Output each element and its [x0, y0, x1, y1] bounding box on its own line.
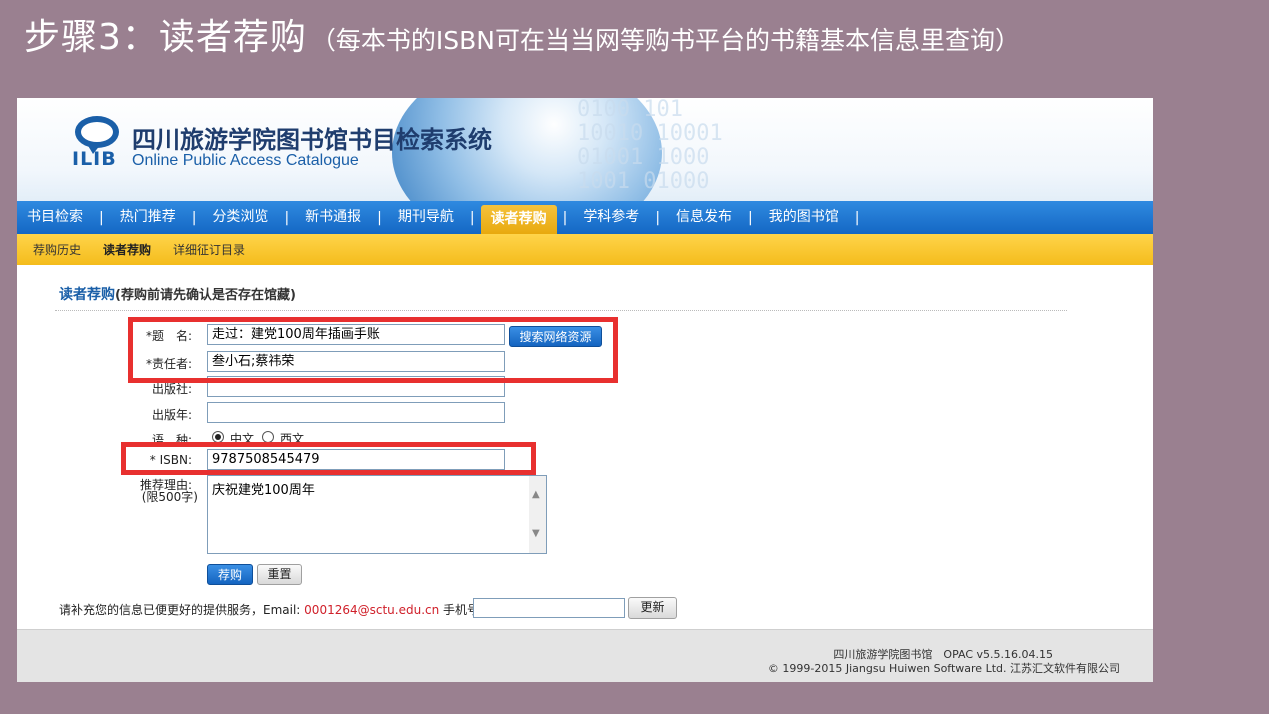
- main-nav: 书目检索 | 热门推荐 | 分类浏览 | 新书通报 | 期刊导航 | 读者荐购 | 学科参考 | 信息发布 |…: [17, 201, 1153, 234]
- year-label: 出版年:: [151, 408, 192, 422]
- subnav-item-1[interactable]: 读者荐购: [103, 241, 151, 258]
- phone-input[interactable]: [473, 598, 625, 618]
- site-title: 四川旅游学院图书馆书目检索系统: [132, 126, 492, 154]
- header-banner: 0100 101 10010 10001 01001 1000 1001 010…: [17, 98, 1153, 201]
- nav-separator: |: [562, 209, 568, 226]
- nav-item-7[interactable]: 信息发布: [666, 201, 742, 234]
- nav-item-8[interactable]: 我的图书馆: [759, 201, 849, 234]
- opac-screenshot: 0100 101 10010 10001 01001 1000 1001 010…: [17, 98, 1153, 682]
- nav-separator: |: [99, 209, 104, 226]
- reason-textarea[interactable]: 庆祝建党100周年 ▲ ▼: [207, 475, 547, 554]
- reset-button[interactable]: 重置: [257, 564, 302, 585]
- textarea-scrollbar[interactable]: ▲ ▼: [529, 476, 546, 553]
- nav-separator: |: [469, 209, 475, 226]
- reason-limit: (限500字): [141, 490, 198, 504]
- subnav-item-2[interactable]: 详细征订目录: [173, 241, 245, 258]
- section-title: 读者荐购(荐购前请先确认是否存在馆藏): [59, 284, 296, 304]
- nav-item-5[interactable]: 读者荐购: [480, 205, 557, 234]
- contact-prompt: 请补充您的信息已便更好的提供服务，Email:: [59, 603, 301, 617]
- nav-separator: |: [191, 209, 197, 226]
- section-divider: [55, 310, 1067, 311]
- footer: 四川旅游学院图书馆 OPAC v5.5.16.04.15 © 1999-2015…: [17, 629, 1153, 682]
- slide-title-main: 步骤3：读者荐购: [24, 17, 307, 58]
- sub-nav: 荐购历史 读者荐购 详细征订目录: [17, 234, 1153, 265]
- ilib-logo: ILIB: [72, 148, 117, 170]
- slide-title: 步骤3：读者荐购 （每本书的ISBN可在当当网等购书平台的书籍基本信息里查询）: [24, 8, 1020, 60]
- nav-item-4[interactable]: 期刊导航: [388, 201, 464, 234]
- reason-text: 庆祝建党100周年: [212, 483, 315, 498]
- chat-bubble-logo-icon: [75, 116, 119, 154]
- nav-item-1[interactable]: 热门推荐: [110, 201, 186, 234]
- section-note: (荐购前请先确认是否存在馆藏): [115, 288, 296, 303]
- year-input[interactable]: [207, 402, 505, 423]
- nav-separator: |: [748, 209, 753, 226]
- nav-item-3[interactable]: 新书通报: [295, 201, 371, 234]
- contact-email: 0001264@sctu.edu.cn: [304, 603, 440, 617]
- section-title-text: 读者荐购: [59, 287, 115, 303]
- footer-copyright: © 1999-2015 Jiangsu Huiwen Software Ltd.…: [767, 662, 1120, 675]
- highlight-box-title-author: [128, 317, 618, 383]
- binary-decoration: 0100 101 10010 10001 01001 1000 1001 010…: [577, 98, 723, 194]
- update-button[interactable]: 更新: [628, 597, 677, 619]
- subnav-item-0[interactable]: 荐购历史: [33, 241, 81, 258]
- slide-title-note: （每本书的ISBN可在当当网等购书平台的书籍基本信息里查询）: [310, 26, 1021, 55]
- nav-item-2[interactable]: 分类浏览: [202, 201, 278, 234]
- nav-separator: |: [655, 209, 661, 226]
- nav-separator: |: [377, 209, 382, 226]
- site-subtitle: Online Public Access Catalogue: [132, 152, 359, 169]
- highlight-box-isbn: [121, 442, 536, 475]
- submit-recommend-button[interactable]: 荐购: [207, 564, 253, 585]
- nav-separator: |: [854, 209, 860, 226]
- scroll-up-icon[interactable]: ▲: [532, 490, 542, 500]
- nav-item-6[interactable]: 学科参考: [573, 201, 649, 234]
- scroll-down-icon[interactable]: ▼: [532, 529, 542, 539]
- nav-separator: |: [284, 209, 290, 226]
- contact-row: 请补充您的信息已便更好的提供服务，Email: 0001264@sctu.edu…: [59, 601, 483, 618]
- nav-item-0[interactable]: 书目检索: [17, 201, 93, 234]
